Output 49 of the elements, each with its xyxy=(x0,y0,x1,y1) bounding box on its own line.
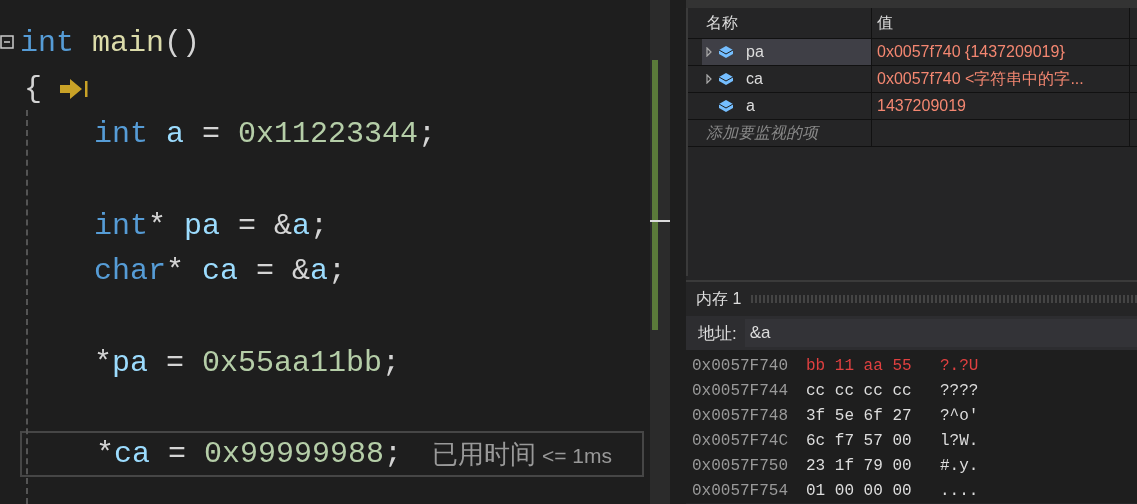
memory-address: 0x0057F74C xyxy=(692,431,789,450)
code-line: char* ca = &a; xyxy=(94,254,347,289)
variable-icon xyxy=(718,72,734,86)
memory-bytes: cc cc cc cc xyxy=(806,381,913,400)
value-cell: 0x0057f740 {1437209019} xyxy=(872,39,1130,65)
memory-ascii: ?^o' xyxy=(940,406,979,425)
memory-bytes: 23 1f 79 00 xyxy=(806,456,913,475)
memory-bytes: 01 00 00 00 xyxy=(806,481,913,500)
address-field[interactable]: &a xyxy=(744,319,1137,347)
code-line: int main() xyxy=(20,25,201,60)
expand-icon[interactable] xyxy=(706,47,712,57)
panel-title: 内存 1 xyxy=(696,288,742,309)
variable-name: a xyxy=(746,97,755,115)
memory-bytes: bb 11 aa 55 xyxy=(806,356,913,375)
code-line: *pa = 0x55aa11bb; xyxy=(94,345,401,380)
code-line: int a = 0x11223344; xyxy=(94,117,437,152)
column-header[interactable]: 值 xyxy=(872,8,1130,38)
memory-address: 0x0057F740 xyxy=(692,356,789,375)
value-cell: 0x0057f740 <字符串中的字... xyxy=(872,66,1130,92)
watch-name-cell[interactable]: a xyxy=(702,93,872,119)
code-line: { xyxy=(24,71,42,106)
address-label: 地址: xyxy=(698,322,737,345)
memory-ascii: ?.?U xyxy=(940,356,979,375)
memory-bytes: 3f 5e 6f 27 xyxy=(806,406,913,425)
elapsed-time-hint: 已用时间 <= 1ms xyxy=(432,437,612,471)
memory-ascii: ???? xyxy=(940,381,979,400)
memory-ascii: #.y. xyxy=(940,456,979,475)
memory-ascii: l?W. xyxy=(940,431,979,450)
variable-name: ca xyxy=(746,70,763,88)
variable-icon xyxy=(718,45,734,59)
memory-address: 0x0057F750 xyxy=(692,456,789,475)
watch-name-cell[interactable]: pa xyxy=(702,39,872,65)
code-line: *ca = 0x99999988; xyxy=(96,437,403,472)
code-line: int* pa = &a; xyxy=(94,208,329,243)
title-bar-grip[interactable] xyxy=(751,295,1137,303)
memory-address: 0x0057F754 xyxy=(692,481,789,500)
variable-icon xyxy=(718,99,734,113)
memory-address: 0x0057F748 xyxy=(692,406,789,425)
add-watch-field[interactable]: 添加要监视的项 xyxy=(702,120,872,146)
column-header[interactable]: 名称 xyxy=(702,8,872,38)
collapse-icon[interactable] xyxy=(0,35,14,49)
value-cell: 1437209019 xyxy=(872,93,1130,119)
watch-name-cell[interactable]: ca xyxy=(702,66,872,92)
memory-bytes: 6c f7 57 00 xyxy=(806,431,913,450)
scrollbar[interactable] xyxy=(650,0,670,504)
memory-ascii: .... xyxy=(940,481,979,500)
expand-icon[interactable] xyxy=(706,74,712,84)
memory-address: 0x0057F744 xyxy=(692,381,789,400)
variable-name: pa xyxy=(746,43,764,61)
